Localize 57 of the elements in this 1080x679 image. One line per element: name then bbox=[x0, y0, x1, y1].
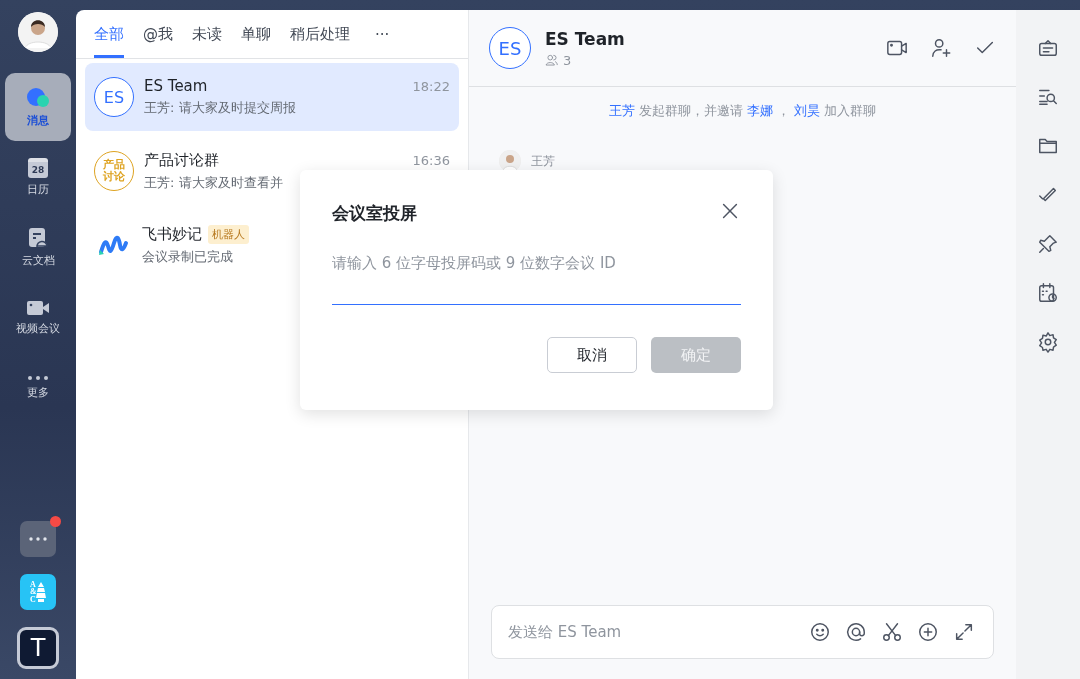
video-camera-icon bbox=[26, 298, 50, 317]
announcement-icon[interactable] bbox=[1037, 37, 1059, 59]
expand-icon[interactable] bbox=[953, 621, 975, 643]
sender-name: 王芳 bbox=[531, 152, 555, 170]
meeting-code-field[interactable]: 请输入 6 位字母投屏码或 9 位数字会议 ID bbox=[332, 248, 741, 305]
nav-label: 云文档 bbox=[21, 252, 55, 268]
chat-time: 16:36 bbox=[412, 152, 450, 168]
system-message: 王芳 发起群聊，并邀请 李娜 ， 刘昊 加入群聊 bbox=[608, 103, 877, 120]
group-avatar: ES bbox=[489, 27, 531, 69]
nav-item[interactable]: 更多 bbox=[5, 353, 71, 421]
user-link[interactable]: 王芳 bbox=[609, 103, 636, 118]
chat-bubble-icon bbox=[26, 86, 50, 109]
user-link[interactable]: 刘昊 bbox=[793, 103, 820, 118]
chat-name: 飞书妙记 bbox=[142, 224, 202, 244]
message-preview: 王芳: 请大家及时查看并 bbox=[144, 173, 283, 192]
message-preview: 王芳: 请大家及时提交周报 bbox=[144, 99, 296, 117]
add-icon[interactable] bbox=[917, 621, 939, 643]
at-sign-icon[interactable] bbox=[845, 621, 867, 643]
calendar-clock-icon[interactable] bbox=[1037, 282, 1059, 304]
settings-icon[interactable] bbox=[1037, 331, 1059, 353]
message-input[interactable]: 发送给 ES Team bbox=[506, 622, 795, 642]
calendar-icon: 28 bbox=[28, 157, 48, 178]
message-preview: 会议录制已完成 bbox=[142, 247, 233, 266]
filter-tab[interactable]: 单聊 bbox=[241, 10, 271, 58]
pin-icon[interactable] bbox=[1037, 233, 1059, 255]
more-icon bbox=[29, 537, 47, 541]
emoji-icon[interactable] bbox=[809, 621, 831, 643]
user-link[interactable]: 李娜 bbox=[747, 103, 773, 118]
nav-label: 日历 bbox=[27, 181, 49, 197]
app-launcher-button[interactable] bbox=[20, 521, 56, 557]
chat-time: 18:22 bbox=[412, 78, 450, 94]
user-avatar[interactable] bbox=[18, 12, 58, 52]
filter-tab[interactable]: 稍后处理 bbox=[290, 10, 350, 58]
nav-label: 消息 bbox=[27, 112, 49, 128]
filter-tab[interactable]: @我 bbox=[143, 10, 173, 58]
app-icon[interactable]: T bbox=[17, 627, 59, 669]
more-icon bbox=[27, 374, 49, 381]
nav-item[interactable]: 云文档 bbox=[5, 213, 71, 281]
filter-tab[interactable]: 全部 bbox=[94, 10, 124, 58]
chat-item[interactable]: ES ES Team 18:22 王芳: 请大家及时提交周报 bbox=[85, 63, 459, 131]
add-user-icon[interactable] bbox=[930, 37, 952, 59]
bot-tag: 机器人 bbox=[208, 224, 249, 244]
chat-name: 产品讨论群 bbox=[144, 150, 219, 170]
cancel-button[interactable]: 取消 bbox=[547, 337, 637, 373]
member-count: 3 bbox=[563, 52, 572, 68]
group-avatar: 产品讨论 bbox=[94, 151, 134, 191]
nav-item[interactable]: 视频会议 bbox=[5, 283, 71, 351]
chat-title: ES Team bbox=[545, 28, 625, 49]
document-icon bbox=[27, 226, 49, 249]
filter-tab[interactable]: ··· bbox=[375, 10, 390, 58]
scissors-icon[interactable] bbox=[881, 621, 903, 643]
filter-tab[interactable]: 未读 bbox=[192, 10, 222, 58]
group-avatar: ES bbox=[94, 77, 134, 117]
chat-name: ES Team bbox=[144, 77, 208, 95]
nav-label: 更多 bbox=[27, 384, 49, 400]
nav-item[interactable]: 28 日历 bbox=[5, 143, 71, 211]
nav-label: 视频会议 bbox=[16, 320, 60, 336]
